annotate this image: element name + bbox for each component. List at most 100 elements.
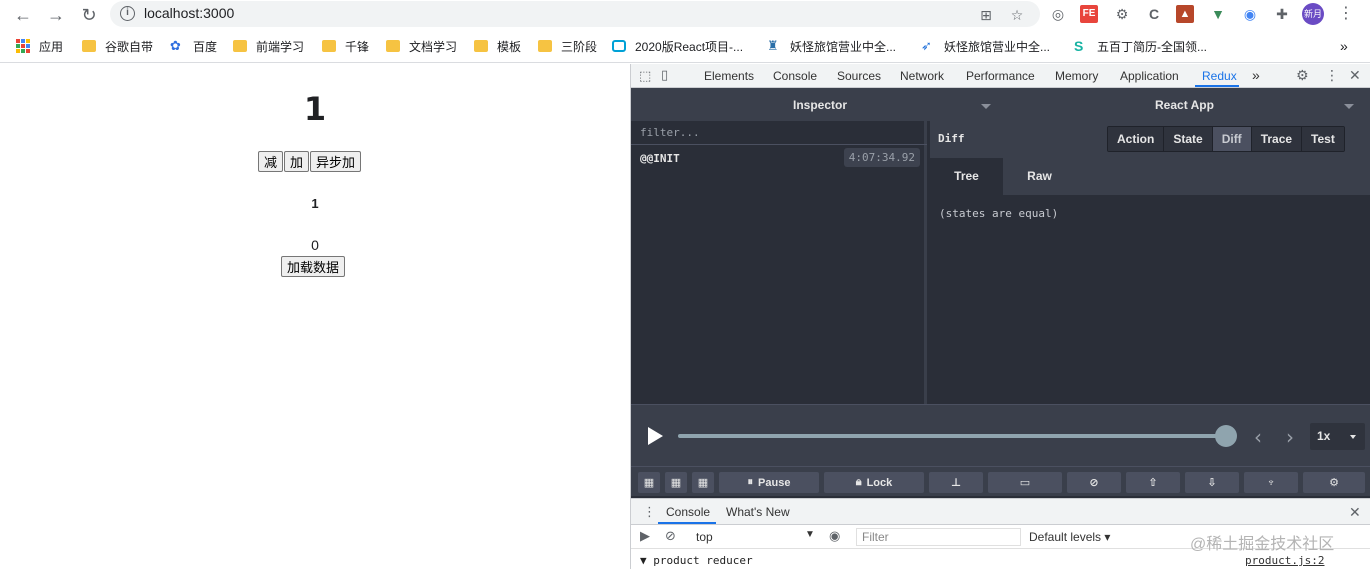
console-filter-input[interactable]: Filter — [856, 528, 1021, 546]
back-arrow-icon[interactable]: ← — [11, 3, 35, 27]
drawer-menu-icon[interactable]: ⋮ — [643, 504, 656, 520]
chevron-down-icon[interactable] — [1344, 104, 1354, 109]
bookmark-star-icon[interactable]: ☆ — [1007, 5, 1027, 25]
console-message-text[interactable]: ▼ product reducer — [640, 554, 753, 567]
menu-kebab-icon[interactable]: ⋮ — [1336, 4, 1356, 24]
action-list-pane: filter... @@INIT 4:07:34.92 — [631, 121, 927, 404]
decrement-button[interactable]: 减 — [258, 151, 284, 172]
clear-console-icon[interactable]: ⊘ — [665, 528, 676, 544]
tab-console[interactable]: Console — [666, 505, 710, 519]
tab-sources[interactable]: Sources — [837, 69, 881, 83]
device-toggle-icon[interactable]: ▯ — [661, 67, 668, 83]
forward-arrow-icon[interactable]: → — [44, 3, 68, 27]
address-bar[interactable]: i localhost:3000 ⊞ ☆ — [110, 1, 1040, 27]
bookmark-site[interactable]: ➶ 妖怪旅馆营业中全... — [921, 37, 1050, 55]
import-icon[interactable]: ⇧ — [1126, 472, 1180, 493]
settings-gear-icon[interactable]: ⚙ — [1303, 472, 1365, 493]
instance-selector[interactable]: React App — [1155, 98, 1214, 112]
slider-track[interactable] — [678, 434, 1226, 438]
dock-bottom-icon[interactable]: ▦ — [692, 472, 714, 493]
address-url[interactable]: localhost:3000 — [144, 5, 234, 21]
fe-extension-icon[interactable]: FE — [1080, 5, 1098, 23]
bookmark-folder[interactable]: 前端学习 — [233, 37, 304, 55]
bookmark-apps[interactable]: 应用 — [16, 37, 63, 55]
tab-state[interactable]: State — [1164, 127, 1213, 151]
context-select[interactable]: top — [696, 530, 713, 544]
reload-icon[interactable]: ↻ — [77, 3, 101, 27]
tab-trace[interactable]: Trace — [1251, 127, 1303, 151]
tab-redux[interactable]: Redux — [1202, 69, 1237, 83]
more-tabs-chevron-icon[interactable]: » — [1252, 67, 1260, 83]
chevron-down-icon[interactable] — [981, 104, 991, 109]
lock-button[interactable]: 🔒︎ Lock — [824, 472, 924, 493]
extension-icon[interactable]: C — [1144, 4, 1164, 24]
action-filter-input[interactable]: filter... — [631, 121, 927, 145]
tab-elements[interactable]: Elements — [704, 69, 754, 83]
bookmark-folder[interactable]: 谷歌自带 — [82, 37, 153, 55]
bookmark-folder[interactable]: 三阶段 — [538, 37, 597, 55]
tab-console[interactable]: Console — [773, 69, 817, 83]
inspect-element-icon[interactable]: ⬚ — [639, 68, 651, 84]
action-row[interactable]: @@INIT 4:07:34.92 — [631, 145, 927, 173]
tab-tree[interactable]: Tree — [930, 158, 1003, 195]
folder-icon — [386, 40, 400, 52]
extension-icon[interactable]: ◉ — [1240, 4, 1260, 24]
close-icon[interactable]: ✕ — [1349, 67, 1361, 84]
remote-icon[interactable]: ♆ — [1244, 472, 1298, 493]
bookmark-baidu[interactable]: ✿ 百度 — [170, 37, 217, 55]
tab-performance[interactable]: Performance — [966, 69, 1035, 83]
speed-select[interactable]: 1x — [1310, 423, 1365, 450]
extension-icon[interactable]: ▲ — [1176, 5, 1194, 23]
tab-network[interactable]: Network — [900, 69, 944, 83]
slider-thumb[interactable] — [1215, 425, 1237, 447]
bookmarks-bar: 应用 谷歌自带 ✿ 百度 前端学习 千锋 文档学习 模板 三阶段 2020版Re… — [0, 30, 1370, 63]
tab-raw[interactable]: Raw — [1003, 158, 1076, 195]
tab-test[interactable]: Test — [1302, 127, 1344, 151]
chevron-down-icon[interactable]: ▼ — [805, 529, 815, 540]
live-expression-eye-icon[interactable]: ◉ — [829, 528, 840, 544]
vue-devtools-icon[interactable]: ▼ — [1208, 4, 1228, 24]
previous-chevron-icon[interactable]: ‹ — [1254, 425, 1262, 449]
menu-kebab-icon[interactable]: ⋮ — [1325, 67, 1339, 84]
puzzle-extensions-icon[interactable]: ✚ — [1272, 4, 1292, 24]
increment-button[interactable]: 加 — [284, 151, 310, 172]
extension-icon[interactable]: ⚙ — [1112, 4, 1132, 24]
sidebar-toggle-icon[interactable]: ▶︎ — [640, 528, 650, 544]
more-bookmarks-chevron-icon[interactable]: » — [1340, 37, 1348, 55]
bookmark-folder[interactable]: 模板 — [474, 37, 521, 55]
tab-application[interactable]: Application — [1120, 69, 1179, 83]
settings-gear-icon[interactable]: ⚙ — [1296, 67, 1309, 84]
tab-action[interactable]: Action — [1108, 127, 1165, 151]
dock-left-icon[interactable]: ▦ — [638, 472, 660, 493]
log-levels-select[interactable]: Default levels ▾ — [1029, 530, 1110, 544]
bookmark-folder[interactable]: 文档学习 — [386, 37, 457, 55]
source-link[interactable]: product.js:2 — [1245, 554, 1324, 567]
tab-memory[interactable]: Memory — [1055, 69, 1098, 83]
bookmark-folder[interactable]: 千锋 — [322, 37, 369, 55]
load-data-button[interactable]: 加载数据 — [281, 256, 346, 277]
async-increment-button[interactable]: 异步加 — [310, 151, 362, 172]
tab-whats-new[interactable]: What's New — [726, 505, 790, 519]
translate-icon[interactable]: ⊞ — [976, 5, 996, 25]
extension-icon[interactable]: ◎ — [1048, 4, 1068, 24]
persist-off-icon[interactable]: ⊘ — [1067, 472, 1121, 493]
profile-avatar[interactable]: 新月 — [1302, 3, 1324, 25]
dock-right-icon[interactable]: ▦ — [665, 472, 687, 493]
inspector-selector[interactable]: Inspector — [793, 98, 847, 112]
bookmark-label: 应用 — [39, 39, 64, 54]
play-icon[interactable] — [648, 427, 663, 445]
bookmark-bilibili[interactable]: 2020版React项目-... — [612, 37, 743, 55]
bookmark-site[interactable]: S 五百丁简历-全国领... — [1074, 37, 1207, 55]
tab-diff[interactable]: Diff — [1212, 127, 1252, 151]
pause-button[interactable]: ⏸ Pause — [719, 472, 819, 493]
pause-label: Pause — [758, 476, 791, 489]
close-icon[interactable]: ✕ — [1349, 504, 1361, 521]
export-icon[interactable]: ⇩ — [1185, 472, 1239, 493]
site-info-icon[interactable]: i — [120, 6, 135, 21]
bookmark-label: 妖怪旅馆营业中全... — [790, 39, 897, 54]
pin-icon[interactable]: ⊥ — [929, 472, 983, 493]
keyboard-icon[interactable]: ▭ — [988, 472, 1062, 493]
bookmark-site[interactable]: ♜ 妖怪旅馆营业中全... — [767, 37, 896, 55]
next-chevron-icon[interactable]: › — [1286, 425, 1294, 449]
bookmark-label: 模板 — [497, 39, 522, 54]
